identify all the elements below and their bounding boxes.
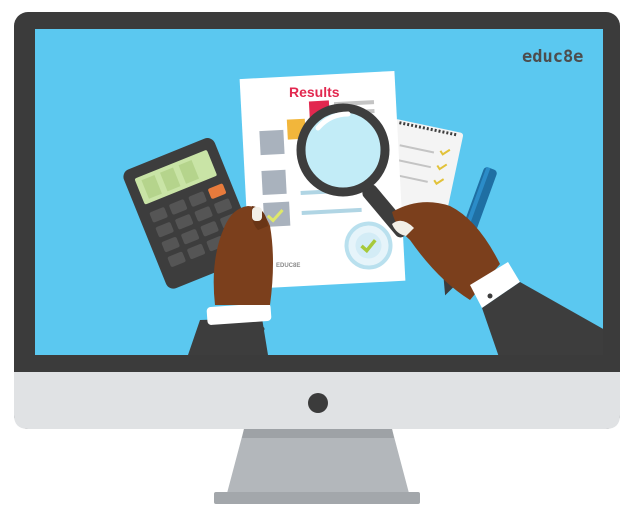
camera-dot-icon: [308, 393, 328, 413]
document-brand: EDUC8E: [276, 263, 301, 269]
document-heading: Results: [289, 84, 340, 100]
monitor-illustration: educ8e Results EDUC8E: [0, 0, 633, 504]
stand-neck: [226, 429, 410, 497]
checkmark-badge-icon: [344, 221, 393, 270]
stand-shadow: [242, 429, 394, 438]
stand-base: [214, 492, 420, 504]
monitor-stand: [214, 429, 420, 504]
brand-logo: educ8e: [522, 47, 584, 67]
